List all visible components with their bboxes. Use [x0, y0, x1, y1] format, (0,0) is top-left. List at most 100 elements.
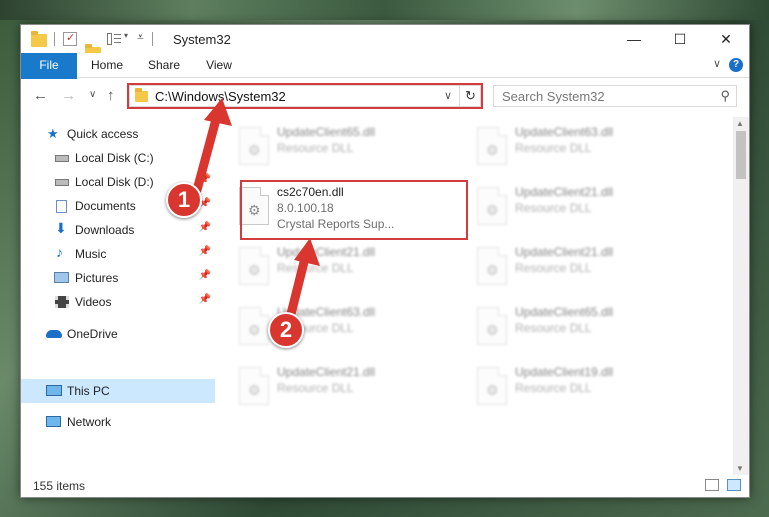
- sidebar-item-downloads[interactable]: ⬇ Downloads 📌: [21, 219, 215, 241]
- status-bar: 155 items: [21, 475, 749, 497]
- file-tile[interactable]: ⚙ UpdateClient21.dll Resource DLL: [463, 239, 699, 295]
- vertical-scrollbar[interactable]: ▲ ▼: [733, 117, 749, 475]
- pin-icon[interactable]: 📌: [199, 270, 211, 281]
- file-name: UpdateClient65.dll: [515, 305, 614, 319]
- music-icon: ♪: [56, 244, 63, 260]
- file-name: UpdateClient63.dll: [515, 125, 614, 139]
- minimize-button[interactable]: —: [611, 25, 657, 53]
- dll-file-icon: ⚙: [239, 127, 269, 165]
- file-description: Resource DLL: [515, 261, 592, 275]
- pin-icon[interactable]: 📌: [199, 222, 211, 233]
- dll-file-icon: ⚙: [239, 367, 269, 405]
- star-icon: ★: [47, 126, 59, 141]
- dll-file-icon: ⚙: [477, 187, 507, 225]
- file-description: Resource DLL: [277, 261, 354, 275]
- quick-access-dropdown-icon[interactable]: ▾: [124, 31, 128, 47]
- file-tile[interactable]: ⚙ UpdateClient63.dll Resource DLL: [463, 119, 699, 175]
- search-icon[interactable]: ⚲: [720, 88, 730, 104]
- customize-quick-access-icon[interactable]: ⩡: [137, 30, 144, 46]
- downloads-icon: ⬇: [55, 220, 67, 236]
- gear-icon: ⚙: [248, 382, 261, 398]
- search-placeholder: Search System32: [502, 89, 605, 104]
- sidebar-item-label: Quick access: [67, 127, 139, 141]
- navigation-pane: ★ Quick access Local Disk (C:) Local Dis…: [21, 117, 215, 475]
- window-title: System32: [173, 32, 231, 47]
- tab-share[interactable]: Share: [139, 53, 189, 78]
- large-icons-view-icon[interactable]: [727, 479, 741, 491]
- pin-icon[interactable]: 📌: [199, 174, 211, 185]
- tab-view[interactable]: View: [195, 53, 243, 78]
- file-tile[interactable]: ⚙ UpdateClient21.dll Resource DLL: [225, 239, 461, 295]
- back-button[interactable]: ←: [33, 87, 48, 104]
- dll-file-icon: ⚙: [239, 247, 269, 285]
- recent-locations-button[interactable]: ∨: [89, 89, 96, 100]
- sidebar-item-label: Documents: [75, 199, 136, 213]
- help-icon[interactable]: ?: [729, 58, 743, 72]
- sidebar-item-label: Local Disk (C:): [75, 151, 154, 165]
- file-tile[interactable]: ⚙ UpdateClient65.dll Resource DLL: [463, 299, 699, 355]
- file-tile[interactable]: ⚙ UpdateClient21.dll Resource DLL: [225, 359, 461, 415]
- ribbon-tabs: File Home Share View ∨ ?: [21, 53, 749, 109]
- file-name: UpdateClient19.dll: [515, 365, 614, 379]
- divider: [54, 32, 55, 46]
- close-button[interactable]: ✕: [703, 25, 749, 53]
- gear-icon: ⚙: [248, 142, 261, 158]
- title-bar: ✓ ▾ ⩡ System32 — ☐ ✕: [21, 25, 749, 60]
- sidebar-item-label: OneDrive: [67, 327, 118, 341]
- customize-toolbar-icon[interactable]: [107, 32, 121, 46]
- address-bar-highlight: [127, 83, 483, 109]
- callout-badge-2: 2: [268, 312, 304, 348]
- sidebar-item-this-pc[interactable]: This PC: [21, 379, 215, 403]
- sidebar-item-label: Downloads: [75, 223, 135, 237]
- sidebar-item-local-disk-c[interactable]: Local Disk (C:): [21, 147, 215, 169]
- network-icon: [46, 416, 61, 427]
- file-name: UpdateClient65.dll: [277, 125, 376, 139]
- file-highlight: [240, 180, 468, 240]
- maximize-button[interactable]: ☐: [657, 25, 703, 53]
- file-tile[interactable]: ⚙ UpdateClient65.dll Resource DLL: [225, 119, 461, 175]
- sidebar-item-pictures[interactable]: Pictures 📌: [21, 267, 215, 289]
- pictures-icon: [54, 272, 69, 283]
- pin-icon[interactable]: 📌: [199, 294, 211, 305]
- gear-icon: ⚙: [486, 202, 499, 218]
- forward-button[interactable]: →: [61, 87, 76, 104]
- gear-icon: ⚙: [248, 262, 261, 278]
- scroll-up-icon[interactable]: ▲: [736, 119, 744, 128]
- sidebar-item-videos[interactable]: Videos 📌: [21, 291, 215, 313]
- file-name: UpdateClient21.dll: [515, 185, 614, 199]
- sidebar-item-network[interactable]: Network: [21, 411, 215, 433]
- folder-icon: [31, 31, 47, 47]
- scroll-down-icon[interactable]: ▼: [736, 464, 744, 473]
- sidebar-item-music[interactable]: ♪ Music 📌: [21, 243, 215, 265]
- gear-icon: ⚙: [486, 382, 499, 398]
- file-name: UpdateClient21.dll: [277, 365, 376, 379]
- details-view-icon[interactable]: [705, 479, 719, 491]
- up-button[interactable]: ↑: [107, 87, 115, 104]
- file-description: Resource DLL: [515, 201, 592, 215]
- sidebar-item-label: Music: [75, 247, 107, 261]
- explorer-window: ✓ ▾ ⩡ System32 — ☐ ✕ File Home Share Vie…: [20, 24, 750, 498]
- ribbon-expand-icon[interactable]: ∨: [713, 57, 721, 70]
- tab-home[interactable]: Home: [81, 53, 133, 78]
- sidebar-item-label: Network: [67, 415, 112, 429]
- sidebar-item-label: Videos: [75, 295, 112, 309]
- documents-icon: [56, 200, 67, 213]
- gear-icon: ⚙: [248, 322, 261, 338]
- sidebar-item-label: This PC: [67, 384, 110, 398]
- pin-icon[interactable]: 📌: [199, 246, 211, 257]
- properties-icon[interactable]: ✓: [63, 32, 77, 46]
- dll-file-icon: ⚙: [477, 127, 507, 165]
- file-tile[interactable]: ⚙ UpdateClient19.dll Resource DLL: [463, 359, 699, 415]
- sidebar-item-onedrive[interactable]: OneDrive: [21, 323, 215, 345]
- gear-icon: ⚙: [486, 142, 499, 158]
- file-description: Resource DLL: [277, 381, 354, 395]
- desktop-background: [0, 0, 769, 20]
- item-count: 155 items: [33, 479, 86, 493]
- sidebar-item-quick-access[interactable]: ★ Quick access: [21, 123, 215, 145]
- dll-file-icon: ⚙: [477, 247, 507, 285]
- file-tile[interactable]: ⚙ UpdateClient63.dll Resource DLL: [225, 299, 461, 355]
- dll-file-icon: ⚙: [477, 307, 507, 345]
- file-tile[interactable]: ⚙ UpdateClient21.dll Resource DLL: [463, 179, 699, 235]
- search-input[interactable]: Search System32 ⚲: [493, 85, 737, 107]
- scrollbar-thumb[interactable]: [736, 131, 746, 179]
